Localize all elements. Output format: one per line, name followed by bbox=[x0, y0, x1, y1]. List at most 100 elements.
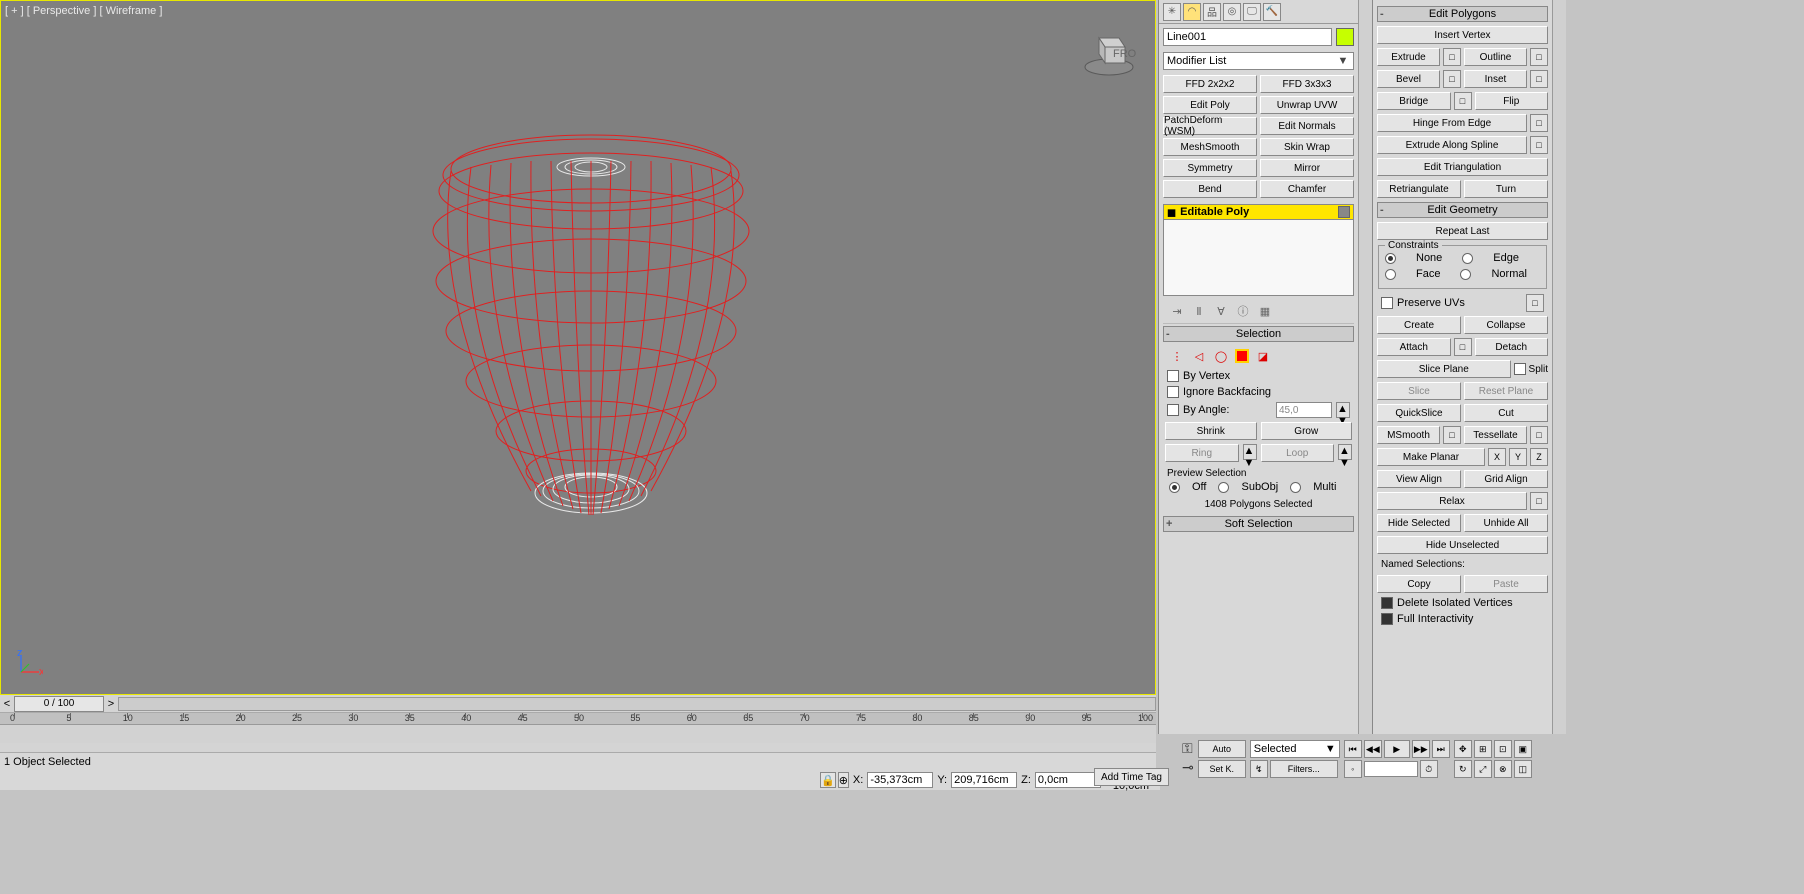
extrude-settings-icon[interactable]: □ bbox=[1443, 48, 1461, 66]
create-tab-icon[interactable]: ✳ bbox=[1163, 3, 1181, 21]
tessellate-settings-icon[interactable]: □ bbox=[1530, 426, 1548, 444]
bend-button[interactable]: Bend bbox=[1163, 180, 1257, 198]
nav-pan-icon[interactable]: ✥ bbox=[1454, 740, 1472, 758]
hierarchy-tab-icon[interactable]: 品 bbox=[1203, 3, 1221, 21]
inset-settings-icon[interactable]: □ bbox=[1530, 70, 1548, 88]
timeline-trackbar[interactable] bbox=[0, 725, 1156, 743]
extrude-spline-settings-icon[interactable]: □ bbox=[1530, 136, 1548, 154]
slice-button[interactable]: Slice bbox=[1377, 382, 1461, 400]
outline-settings-icon[interactable]: □ bbox=[1530, 48, 1548, 66]
set-key-button[interactable]: Set K. bbox=[1198, 760, 1246, 778]
edge-level-icon[interactable]: ◁ bbox=[1191, 348, 1207, 364]
timeline-next-icon[interactable]: > bbox=[104, 698, 118, 710]
modify-tab-icon[interactable]: ◠ bbox=[1183, 3, 1201, 21]
detach-button[interactable]: Detach bbox=[1475, 338, 1549, 356]
auto-key-button[interactable]: Auto bbox=[1198, 740, 1246, 758]
create-button[interactable]: Create bbox=[1377, 316, 1461, 334]
pin-stack-icon[interactable]: ⇥ bbox=[1169, 303, 1185, 319]
soft-selection-rollout[interactable]: +Soft Selection bbox=[1163, 516, 1354, 532]
timeline-prev-icon[interactable]: < bbox=[0, 698, 14, 710]
preview-multi-radio[interactable] bbox=[1290, 482, 1301, 493]
flip-button[interactable]: Flip bbox=[1475, 92, 1549, 110]
preserve-uvs-checkbox[interactable] bbox=[1381, 297, 1393, 309]
attach-button[interactable]: Attach bbox=[1377, 338, 1451, 356]
constraint-face-radio[interactable] bbox=[1385, 269, 1396, 280]
copy-selection-button[interactable]: Copy bbox=[1377, 575, 1461, 593]
outline-button[interactable]: Outline bbox=[1464, 48, 1527, 66]
turn-button[interactable]: Turn bbox=[1464, 180, 1548, 198]
ring-button[interactable]: Ring bbox=[1165, 444, 1239, 462]
patchdeform-button[interactable]: PatchDeform (WSM) bbox=[1163, 117, 1257, 135]
ffd-3x3x3-button[interactable]: FFD 3x3x3 bbox=[1260, 75, 1354, 93]
by-angle-spinner[interactable] bbox=[1276, 402, 1332, 418]
timeline-thumb[interactable]: 0 / 100 bbox=[14, 696, 104, 712]
edit-normals-button[interactable]: Edit Normals bbox=[1260, 117, 1354, 135]
y-coord-input[interactable] bbox=[951, 772, 1017, 788]
unhide-all-button[interactable]: Unhide All bbox=[1464, 514, 1548, 532]
next-frame-icon[interactable]: ▶▶ bbox=[1412, 740, 1430, 758]
remove-modifier-icon[interactable]: ⓘ bbox=[1235, 303, 1251, 319]
goto-start-icon[interactable]: ⏮ bbox=[1344, 740, 1362, 758]
vertex-level-icon[interactable]: ⋮ bbox=[1169, 348, 1185, 364]
delete-iso-checkbox[interactable] bbox=[1381, 597, 1393, 609]
reset-plane-button[interactable]: Reset Plane bbox=[1464, 382, 1548, 400]
extrude-button[interactable]: Extrude bbox=[1377, 48, 1440, 66]
current-frame-input[interactable] bbox=[1364, 761, 1418, 777]
preview-off-radio[interactable] bbox=[1169, 482, 1180, 493]
split-checkbox[interactable] bbox=[1514, 363, 1526, 375]
configure-sets-icon[interactable]: ▦ bbox=[1257, 303, 1273, 319]
timeline-ruler[interactable]: 0510152025303540455055606570758085909510… bbox=[0, 713, 1156, 725]
grow-button[interactable]: Grow bbox=[1261, 422, 1353, 440]
modifier-list-dropdown[interactable]: Modifier List ▼ bbox=[1163, 52, 1354, 70]
border-level-icon[interactable]: ◯ bbox=[1213, 348, 1229, 364]
edit-triangulation-button[interactable]: Edit Triangulation bbox=[1377, 158, 1548, 176]
loop-spin[interactable]: ▲▼ bbox=[1338, 444, 1352, 460]
repeat-last-button[interactable]: Repeat Last bbox=[1377, 222, 1548, 240]
unwrap-uvw-button[interactable]: Unwrap UVW bbox=[1260, 96, 1354, 114]
z-coord-input[interactable] bbox=[1035, 772, 1101, 788]
retriangulate-button[interactable]: Retriangulate bbox=[1377, 180, 1461, 198]
show-end-result-icon[interactable]: Ⅱ bbox=[1191, 303, 1207, 319]
key-mode-toggle-icon[interactable]: ◦ bbox=[1344, 760, 1362, 778]
key-mode-icon[interactable]: ↯ bbox=[1250, 760, 1268, 778]
make-unique-icon[interactable]: ∀ bbox=[1213, 303, 1229, 319]
selection-rollout[interactable]: -Selection bbox=[1163, 326, 1354, 342]
object-color-swatch[interactable] bbox=[1336, 28, 1354, 46]
cut-button[interactable]: Cut bbox=[1464, 404, 1548, 422]
play-icon[interactable]: ▶ bbox=[1384, 740, 1410, 758]
meshsmooth-button[interactable]: MeshSmooth bbox=[1163, 138, 1257, 156]
nav-zoom-region-icon[interactable]: ⊡ bbox=[1494, 740, 1512, 758]
slice-plane-button[interactable]: Slice Plane bbox=[1377, 360, 1511, 378]
utilities-tab-icon[interactable]: 🔨 bbox=[1263, 3, 1281, 21]
lock-icon[interactable]: 🔒 bbox=[820, 772, 836, 788]
insert-vertex-button[interactable]: Insert Vertex bbox=[1377, 26, 1548, 44]
preserve-uvs-settings-icon[interactable]: □ bbox=[1526, 294, 1544, 312]
planar-y-button[interactable]: Y bbox=[1509, 448, 1527, 466]
relax-settings-icon[interactable]: □ bbox=[1530, 492, 1548, 510]
constraint-none-radio[interactable] bbox=[1385, 253, 1396, 264]
hinge-button[interactable]: Hinge From Edge bbox=[1377, 114, 1527, 132]
object-name-input[interactable] bbox=[1163, 28, 1332, 46]
timeline-track[interactable] bbox=[118, 697, 1156, 711]
collapse-button[interactable]: Collapse bbox=[1464, 316, 1548, 334]
tessellate-button[interactable]: Tessellate bbox=[1464, 426, 1527, 444]
hinge-settings-icon[interactable]: □ bbox=[1530, 114, 1548, 132]
nav-min-max-icon[interactable]: ◫ bbox=[1514, 760, 1532, 778]
polygon-level-icon[interactable] bbox=[1235, 349, 1249, 363]
edit-polygons-rollout[interactable]: -Edit Polygons bbox=[1377, 6, 1548, 22]
add-time-tag-button[interactable]: Add Time Tag bbox=[1094, 768, 1169, 786]
panel-b-scrollbar[interactable] bbox=[1552, 0, 1566, 734]
nav-zoom-icon[interactable]: ⊞ bbox=[1474, 740, 1492, 758]
constraint-edge-radio[interactable] bbox=[1462, 253, 1473, 264]
grid-align-button[interactable]: Grid Align bbox=[1464, 470, 1548, 488]
make-planar-button[interactable]: Make Planar bbox=[1377, 448, 1485, 466]
extrude-spline-button[interactable]: Extrude Along Spline bbox=[1377, 136, 1527, 154]
motion-tab-icon[interactable]: ◎ bbox=[1223, 3, 1241, 21]
by-angle-spin-buttons[interactable]: ▲▼ bbox=[1336, 402, 1350, 418]
msmooth-button[interactable]: MSmooth bbox=[1377, 426, 1440, 444]
msmooth-settings-icon[interactable]: □ bbox=[1443, 426, 1461, 444]
nav-fov-icon[interactable]: ▣ bbox=[1514, 740, 1532, 758]
planar-z-button[interactable]: Z bbox=[1530, 448, 1548, 466]
selection-lock-icon[interactable]: ⊕ bbox=[838, 772, 849, 788]
ffd-2x2x2-button[interactable]: FFD 2x2x2 bbox=[1163, 75, 1257, 93]
